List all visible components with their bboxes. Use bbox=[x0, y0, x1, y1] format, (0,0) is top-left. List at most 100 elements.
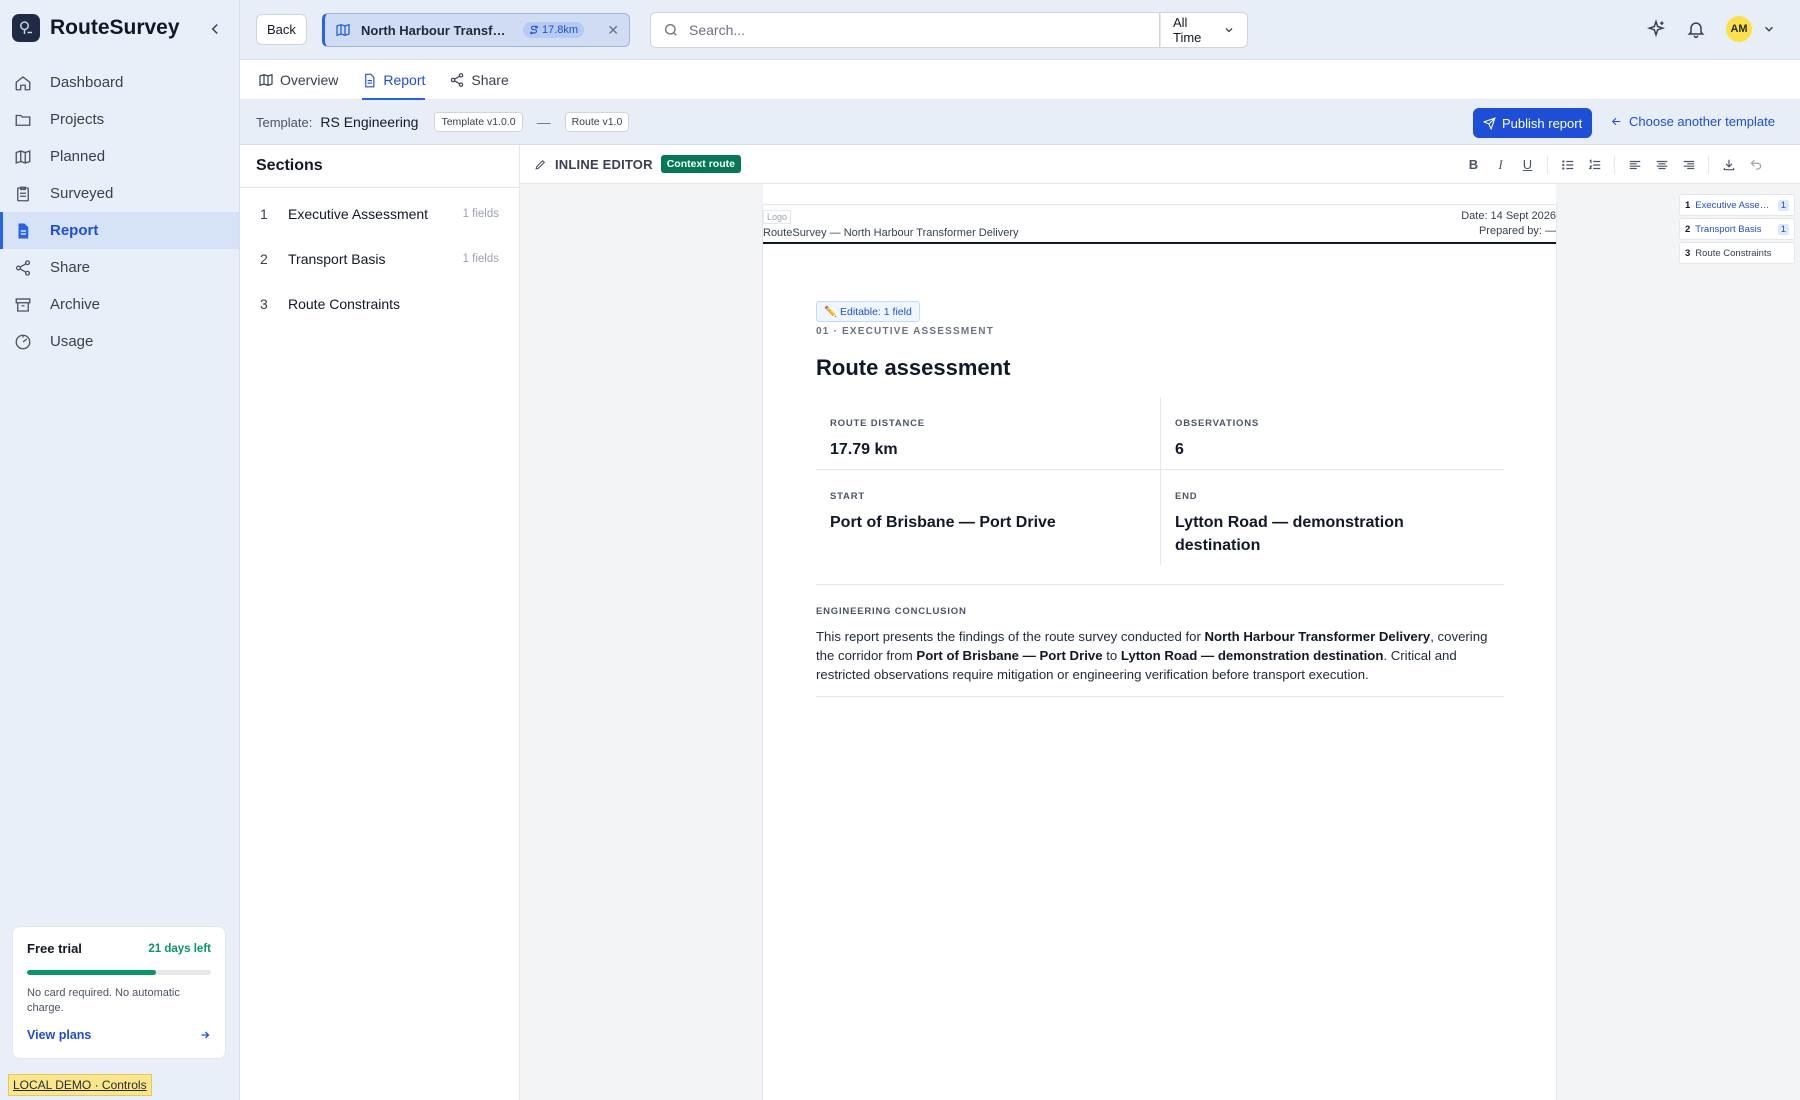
inline-editor-label: INLINE EDITOR bbox=[555, 156, 653, 172]
fact-value: 17.79 km bbox=[830, 441, 898, 458]
section-item[interactable]: 1 Executive Assessment 1 fields bbox=[240, 191, 519, 236]
choose-template-label: Choose another template bbox=[1629, 114, 1775, 129]
observations-fact: OBSERVATIONS 6 bbox=[1161, 418, 1501, 461]
tab-share[interactable]: Share bbox=[449, 60, 509, 100]
time-range-select[interactable]: All Time bbox=[1160, 12, 1248, 48]
minimap-count: 1 bbox=[1777, 223, 1789, 235]
report-prepared-by: Prepared by: — bbox=[1478, 225, 1556, 237]
bullet-list-icon[interactable] bbox=[1554, 151, 1581, 178]
report-page: Logo RouteSurvey — North Harbour Transfo… bbox=[763, 205, 1556, 1100]
publish-report-button[interactable]: Publish report bbox=[1473, 108, 1593, 138]
bell-icon[interactable] bbox=[1686, 19, 1706, 39]
trial-note: No card required. No automatic charge. bbox=[27, 987, 180, 1014]
tab-report[interactable]: Report bbox=[362, 60, 426, 100]
trial-progress-bar bbox=[27, 970, 211, 975]
tab-label: Report bbox=[383, 72, 426, 88]
download-icon[interactable] bbox=[1715, 151, 1742, 178]
section-field-count: 1 fields bbox=[462, 252, 499, 265]
user-menu[interactable]: AM bbox=[1726, 16, 1776, 42]
arrow-right-icon bbox=[199, 1029, 211, 1041]
numbered-list-icon[interactable] bbox=[1581, 151, 1608, 178]
app-name: RouteSurvey bbox=[50, 16, 180, 39]
route-distance-value: 17.8km bbox=[542, 24, 579, 36]
send-icon bbox=[1483, 116, 1496, 130]
chevron-down-icon bbox=[1762, 22, 1776, 36]
tab-label: Share bbox=[471, 72, 509, 88]
italic-icon[interactable]: I bbox=[1487, 151, 1514, 178]
local-demo-controls-link[interactable]: LOCAL DEMO · Controls bbox=[8, 1074, 152, 1096]
sidebar-item-surveyed[interactable]: Surveyed bbox=[0, 175, 239, 212]
toolbar-divider bbox=[1547, 155, 1548, 174]
minimap-number: 3 bbox=[1685, 247, 1691, 259]
template-name[interactable]: RS Engineering bbox=[320, 114, 418, 130]
choose-template-link[interactable]: Choose another template bbox=[1610, 114, 1775, 129]
report-date: Date: 14 Sept 2026 bbox=[1461, 210, 1556, 222]
section-item[interactable]: 3 Route Constraints bbox=[240, 281, 519, 326]
section-minimap: 1 Executive Assessment 1 2 Transport Bas… bbox=[1679, 194, 1795, 266]
trial-title: Free trial bbox=[27, 941, 82, 956]
end-fact: END Lytton Road — demonstration destinat… bbox=[1161, 491, 1461, 557]
pencil-icon bbox=[534, 158, 547, 171]
fact-label: OBSERVATIONS bbox=[1175, 418, 1260, 429]
section-item[interactable]: 2 Transport Basis 1 fields bbox=[240, 236, 519, 281]
gauge-icon bbox=[14, 333, 32, 351]
trial-days-left: 21 days left bbox=[148, 942, 211, 955]
minimap-item[interactable]: 3 Route Constraints bbox=[1679, 242, 1795, 264]
section-number: 3 bbox=[260, 295, 268, 312]
minimap-item[interactable]: 1 Executive Assessment 1 bbox=[1679, 194, 1795, 216]
route-version-badge: Route v1.0 bbox=[564, 112, 630, 132]
conclusion-label: ENGINEERING CONCLUSION bbox=[816, 606, 967, 617]
align-center-icon[interactable] bbox=[1648, 151, 1675, 178]
sidebar-item-planned[interactable]: Planned bbox=[0, 138, 239, 175]
sidebar-item-usage[interactable]: Usage bbox=[0, 323, 239, 360]
view-plans-link[interactable]: View plans bbox=[27, 1028, 211, 1042]
arrow-left-icon bbox=[1610, 115, 1623, 128]
tab-label: Overview bbox=[280, 72, 339, 88]
folder-icon bbox=[14, 111, 32, 129]
section-title[interactable]: Route assessment bbox=[816, 355, 1010, 381]
minimap-item[interactable]: 2 Transport Basis 1 bbox=[1679, 218, 1795, 240]
sidebar-item-label: Projects bbox=[50, 111, 105, 128]
divider bbox=[816, 469, 1504, 470]
editor-toolbar: INLINE EDITOR Context route B I U bbox=[520, 145, 1800, 184]
search-input[interactable] bbox=[689, 22, 1129, 38]
clipboard-icon bbox=[14, 185, 32, 203]
route-logo-icon bbox=[12, 14, 40, 42]
map-icon bbox=[335, 22, 351, 38]
active-route-chip[interactable]: North Harbour Transformer Delivery 17.8k… bbox=[322, 13, 630, 47]
sidebar-item-projects[interactable]: Projects bbox=[0, 101, 239, 138]
text-run: to bbox=[1102, 648, 1121, 663]
align-left-icon[interactable] bbox=[1621, 151, 1648, 178]
section-field-count: 1 fields bbox=[462, 207, 499, 220]
align-right-icon[interactable] bbox=[1675, 151, 1702, 178]
sidebar-nav: Dashboard Projects Planned Surveyed Repo… bbox=[0, 64, 239, 360]
end-location: Lytton Road — demonstration destination bbox=[1120, 648, 1384, 663]
sidebar-item-share[interactable]: Share bbox=[0, 249, 239, 286]
sidebar-item-report[interactable]: Report bbox=[0, 212, 239, 249]
minimap-count: 1 bbox=[1777, 199, 1789, 211]
undo-icon[interactable] bbox=[1742, 151, 1769, 178]
minimap-label: Route Constraints bbox=[1695, 247, 1772, 259]
engineering-conclusion-text[interactable]: This report presents the findings of the… bbox=[816, 627, 1506, 684]
underline-icon[interactable]: U bbox=[1514, 151, 1541, 178]
document-icon bbox=[362, 73, 377, 88]
bold-icon[interactable]: B bbox=[1460, 151, 1487, 178]
section-kicker: 01 · EXECUTIVE ASSESSMENT bbox=[816, 326, 994, 337]
sparkles-icon[interactable] bbox=[1646, 19, 1666, 39]
sidebar-item-archive[interactable]: Archive bbox=[0, 286, 239, 323]
search-icon bbox=[663, 22, 679, 38]
sidebar-item-label: Usage bbox=[50, 333, 94, 350]
toolbar-divider bbox=[1614, 155, 1615, 174]
toolbar-divider bbox=[1708, 155, 1709, 174]
publish-report-label: Publish report bbox=[1502, 115, 1583, 131]
back-button[interactable]: Back bbox=[256, 14, 307, 45]
sidebar-item-label: Planned bbox=[50, 148, 106, 165]
brand[interactable]: RouteSurvey bbox=[12, 14, 180, 42]
collapse-sidebar-icon[interactable] bbox=[206, 20, 224, 38]
sidebar-item-dashboard[interactable]: Dashboard bbox=[0, 64, 239, 101]
avatar: AM bbox=[1726, 16, 1752, 42]
tab-overview[interactable]: Overview bbox=[258, 60, 338, 100]
free-trial-card: Free trial 21 days left No card required… bbox=[12, 926, 226, 1059]
section-name: Transport Basis bbox=[288, 250, 386, 267]
close-icon[interactable]: ✕ bbox=[607, 22, 619, 39]
